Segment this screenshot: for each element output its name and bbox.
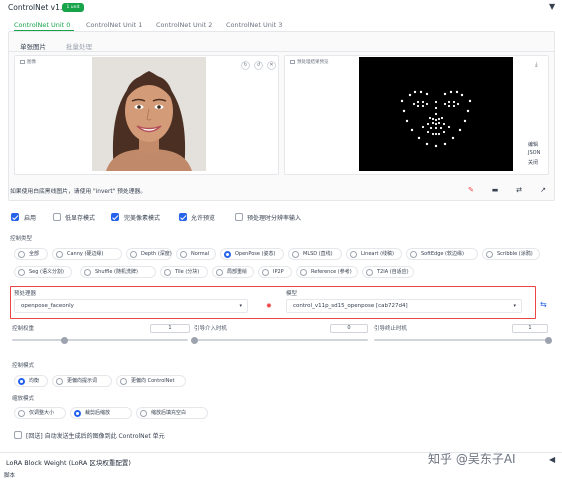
loopback-label: [回送] 自动发送生成后的图像到此 ControlNet 单元 (26, 433, 165, 440)
slider-handle[interactable] (544, 336, 552, 344)
preprocessor-resolution-label: 预处理时分辨率输入 (247, 215, 302, 222)
run-preprocessor-icon[interactable]: ✹ (266, 302, 272, 310)
guidance-start-slider[interactable] (190, 336, 368, 344)
allow-preview-checkbox[interactable] (179, 213, 187, 221)
model-label: 模型 (286, 291, 298, 297)
controlnet-header[interactable]: ControlNet v1.1.224 1 unit ▼ (0, 0, 562, 14)
camera-icon[interactable]: ▬ (490, 185, 500, 195)
close-icon[interactable]: ✕ (267, 61, 276, 70)
tab-unit-1[interactable]: ControlNet Unit 1 (86, 21, 142, 29)
low-vram-checkbox[interactable] (53, 213, 61, 221)
openpose-preview (359, 57, 513, 171)
lora-accordion-title: LoRA Block Weight (LoRA 区块权重配置) (6, 459, 131, 467)
control-type-label: 控制类型 (10, 236, 33, 242)
dropdown-arrow-icon: ▾ (513, 303, 516, 309)
control-type-ip2p[interactable]: IP2P (258, 266, 292, 278)
guidance-end-value[interactable]: 1 (512, 324, 548, 333)
resize-icon[interactable]: ↗ (538, 185, 548, 195)
download-icon[interactable]: ⤓ (535, 61, 538, 69)
guidance-start-label: 引导介入时机 (194, 326, 228, 332)
loopback-checkbox[interactable] (14, 431, 22, 439)
input-image-label: 图像 (20, 59, 36, 65)
pixel-perfect-checkbox[interactable] (111, 213, 119, 221)
control-type-seg[interactable]: Seg (语义分割) (14, 266, 72, 278)
low-vram-label: 低显存模式 (65, 215, 96, 222)
refresh-icon[interactable]: ↺ (254, 61, 263, 70)
control-mode-balanced[interactable]: 均衡 (14, 375, 48, 387)
watermark: 知乎 @吴东子AI (428, 452, 516, 466)
preview-image-label: 预处理结果预览 (290, 59, 329, 65)
preprocessor-select[interactable]: openpose_faceonly ▾ (14, 299, 248, 313)
uploaded-face-photo (92, 57, 206, 171)
unit-count-badge: 1 unit (62, 3, 84, 12)
control-type-reference[interactable]: Reference (参考) (296, 266, 358, 278)
control-type-openpose[interactable]: OpenPose (姿态) (220, 248, 284, 260)
model-select[interactable]: control_v11p_sd15_openpose [cab727d4] ▾ (286, 299, 522, 313)
enable-checkbox[interactable] (11, 213, 19, 221)
control-type-canny[interactable]: Canny (硬边缘) (52, 248, 122, 260)
control-type-softedge[interactable]: SoftEdge (软边缘) (406, 248, 478, 260)
control-type-shuffle[interactable]: Shuffle (随机洗牌) (80, 266, 156, 278)
tab-batch[interactable]: 批量处理 (66, 41, 92, 51)
pixel-perfect-label: 完美像素模式 (124, 215, 161, 222)
control-type-all[interactable]: 全部 (14, 248, 48, 260)
subtab-divider (8, 51, 555, 52)
resize-mode-crop[interactable]: 裁剪后缩放 (70, 407, 132, 419)
tab-unit-3[interactable]: ControlNet Unit 3 (226, 21, 282, 29)
swap-icon[interactable]: ⇄ (514, 185, 524, 195)
control-weight-value[interactable]: 1 (150, 324, 190, 333)
lora-collapse-icon[interactable]: ◀ (549, 455, 555, 464)
tab-unit-0[interactable]: ControlNet Unit 0 (14, 21, 70, 29)
control-mode-prompt[interactable]: 更偏向提示词 (52, 375, 112, 387)
resize-mode-just-resize[interactable]: 仅调整大小 (14, 407, 66, 419)
collapse-caret-icon[interactable]: ▼ (549, 2, 555, 11)
json-link[interactable]: JSON (528, 150, 540, 156)
control-type-tile[interactable]: Tile (分块) (160, 266, 208, 278)
script-label: 脚本 (4, 473, 16, 479)
open-canvas-icon[interactable]: ✎ (466, 185, 476, 195)
invert-hint: 如果使用白底黑线图片，请使用 "invert" 预处理器。 (10, 189, 147, 195)
control-type-lineart[interactable]: Lineart (线稿) (346, 248, 402, 260)
slider-handle[interactable] (61, 336, 69, 344)
control-type-mlsd[interactable]: MLSD (直线) (288, 248, 342, 260)
close-link[interactable]: 关闭 (528, 159, 538, 166)
dropdown-arrow-icon: ▾ (239, 303, 242, 309)
resize-mode-fill[interactable]: 缩放后填充空白 (136, 407, 208, 419)
control-type-depth[interactable]: Depth (深度) (126, 248, 172, 260)
guidance-end-label: 引导终止时机 (374, 326, 408, 332)
tab-single-image[interactable]: 单张图片 (20, 41, 46, 51)
preprocessor-resolution-checkbox[interactable] (235, 213, 243, 221)
guidance-end-slider[interactable] (374, 336, 552, 344)
control-type-normal[interactable]: Normal (176, 248, 216, 260)
control-weight-label: 控制权重 (12, 326, 35, 332)
slider-handle[interactable] (190, 336, 198, 344)
draw-icon[interactable]: ↻ (241, 61, 250, 70)
refresh-models-icon[interactable]: ⇆ (540, 300, 547, 309)
control-mode-label: 控制模式 (12, 363, 35, 369)
control-type-scribble[interactable]: Scribble (涂鸦) (482, 248, 540, 260)
control-type-t2ia[interactable]: T2IA (自适应) (362, 266, 414, 278)
resize-mode-label: 缩放模式 (12, 396, 35, 402)
allow-preview-label: 允许预览 (191, 215, 216, 222)
tab-unit-2[interactable]: ControlNet Unit 2 (156, 21, 212, 29)
edit-link[interactable]: 编辑 (528, 141, 538, 148)
guidance-start-value[interactable]: 0 (330, 324, 368, 333)
control-type-inpaint[interactable]: 局部重绘 (212, 266, 254, 278)
enable-label: 启用 (24, 215, 37, 222)
preprocessor-label: 预处理器 (14, 291, 37, 297)
control-weight-slider[interactable] (12, 336, 188, 344)
control-mode-controlnet[interactable]: 更偏向 ControlNet (116, 375, 186, 387)
